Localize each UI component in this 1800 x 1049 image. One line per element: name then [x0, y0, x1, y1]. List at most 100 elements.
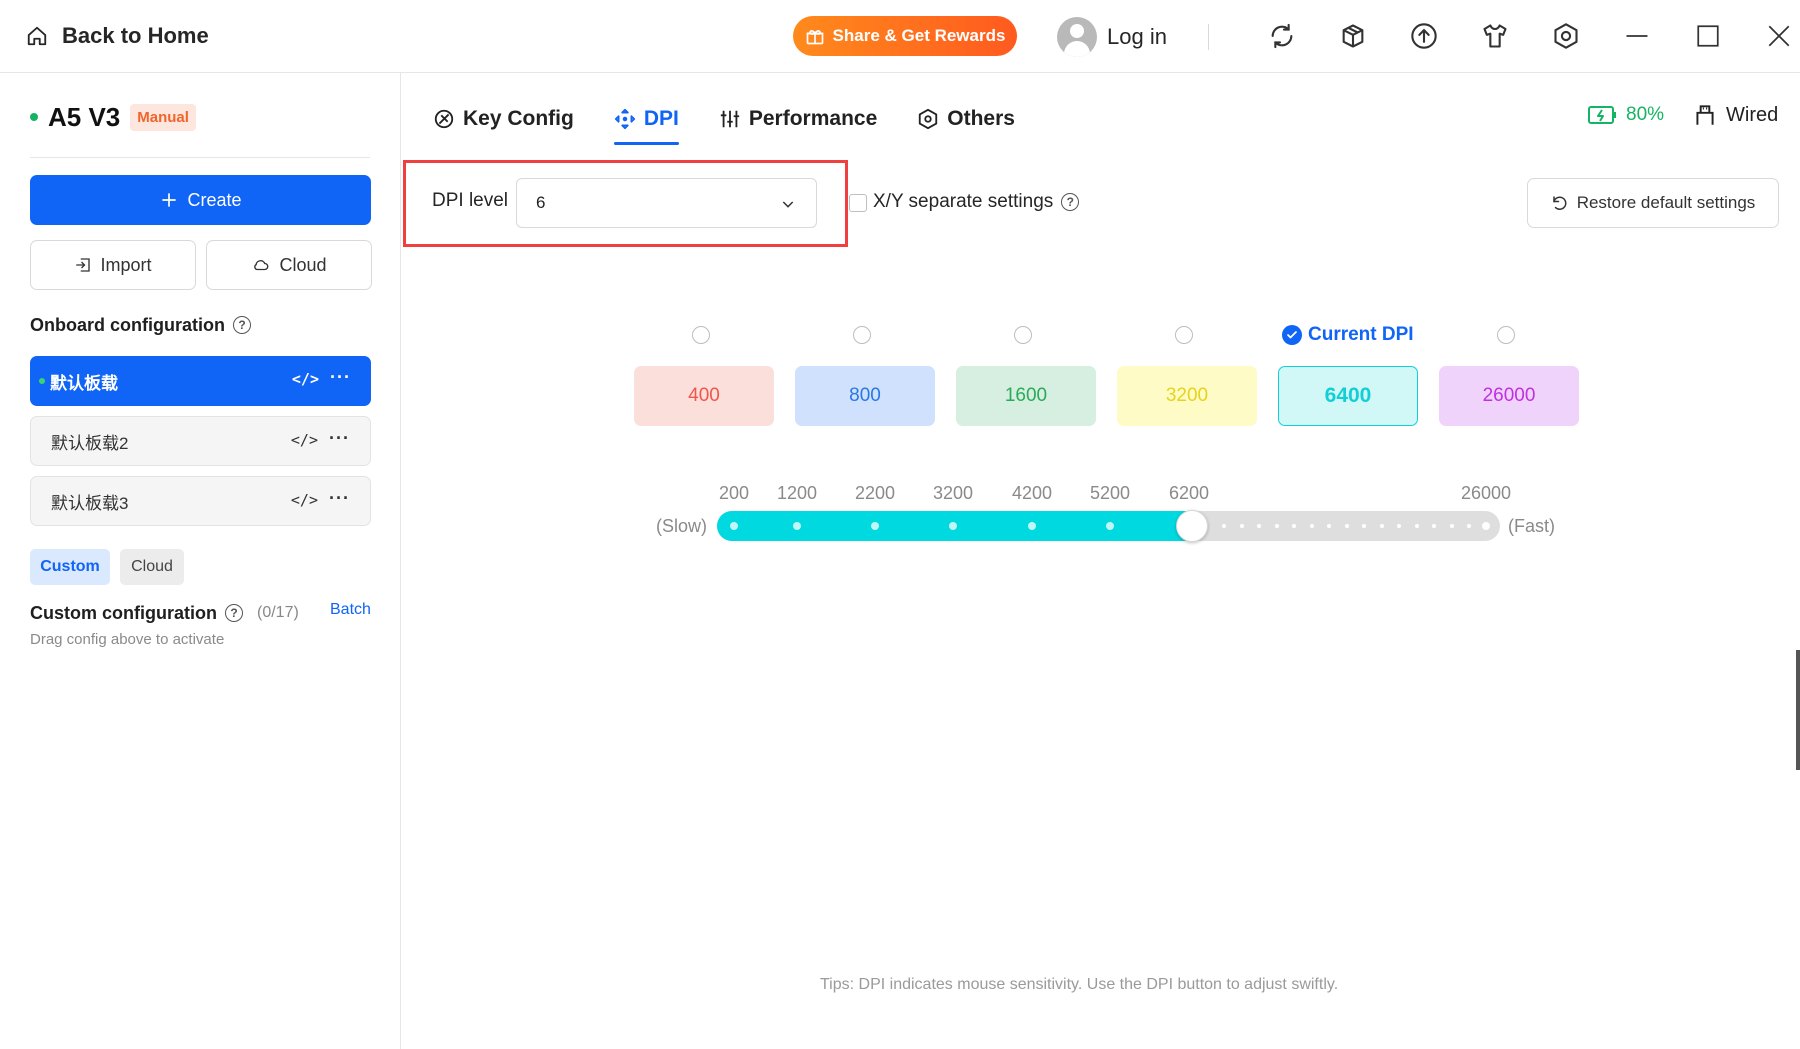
dpi-value-3[interactable]: 1600 [956, 366, 1096, 426]
slider-tick-dot [730, 522, 738, 530]
dpi-radio-6[interactable] [1497, 326, 1515, 344]
slider-step-dot [1397, 524, 1401, 528]
tab-performance[interactable]: Performance [719, 99, 877, 139]
connection-label: Wired [1726, 103, 1779, 126]
cloud-icon [254, 260, 269, 271]
filter-custom-tab[interactable]: Custom [30, 549, 110, 585]
create-label: Create [187, 189, 242, 210]
xy-separate-row: X/Y separate settings ? [873, 191, 1080, 213]
sync-icon[interactable] [1264, 18, 1300, 54]
dpi-value-2[interactable]: 800 [795, 366, 935, 426]
dpi-radio-3[interactable] [1014, 326, 1032, 344]
tab-others-label: Others [947, 107, 1015, 130]
help-icon[interactable]: ? [233, 316, 251, 334]
slider-tick-label: 2200 [854, 483, 896, 503]
drag-hint: Drag config above to activate [30, 631, 225, 648]
settings-hex-icon[interactable] [1548, 18, 1584, 54]
config-name: 默认板载3 [51, 493, 129, 513]
restore-defaults-button[interactable]: Restore default settings [1527, 178, 1779, 228]
slider-step-dot [1414, 524, 1419, 528]
slider-step-dot [1379, 524, 1384, 528]
fast-label: (Fast) [1508, 516, 1555, 536]
active-indicator [39, 378, 45, 384]
dpi-level-select[interactable]: 6 [516, 178, 817, 228]
config-item-2[interactable]: 默认板载2 </> ··· [30, 416, 371, 466]
login-button[interactable]: Log in [1057, 16, 1167, 58]
share-rewards-button[interactable]: Share & Get Rewards [793, 16, 1017, 56]
slider-tick-dot [1482, 522, 1490, 530]
tshirt-icon[interactable] [1477, 18, 1513, 54]
dpi-slider-track[interactable] [717, 510, 1500, 542]
connection-status: Wired [1692, 102, 1778, 128]
home-icon [27, 26, 47, 46]
xy-separate-checkbox[interactable] [849, 194, 867, 212]
code-icon[interactable]: </> [292, 370, 319, 388]
help-icon[interactable]: ? [1061, 193, 1080, 211]
code-icon[interactable]: </> [291, 431, 318, 449]
batch-link[interactable]: Batch [330, 601, 371, 619]
upload-icon[interactable] [1406, 18, 1442, 54]
more-icon[interactable]: ··· [329, 488, 350, 509]
slider-step-dot [1449, 524, 1454, 528]
sidebar-divider [30, 157, 370, 158]
title-bar: Back to Home Share & Get Rewards Log in [0, 0, 1800, 73]
titlebar-divider [1208, 24, 1209, 50]
login-label: Log in [1107, 24, 1167, 49]
help-icon[interactable]: ? [225, 604, 243, 622]
slider-tick-label: 5200 [1089, 483, 1131, 503]
dpi-radio-2[interactable] [853, 326, 871, 344]
import-label: Import [100, 254, 152, 275]
close-icon[interactable] [1761, 18, 1797, 54]
current-dpi-indicator[interactable]: Current DPI [1282, 324, 1414, 346]
dpi-radio-4[interactable] [1175, 326, 1193, 344]
slider-tick-dot [871, 522, 879, 530]
slider-tick-dot [1028, 522, 1036, 530]
more-icon[interactable]: ··· [330, 367, 351, 388]
dpi-level-label: DPI level [432, 190, 509, 211]
key-config-icon [434, 109, 454, 129]
config-name: 默认板载 [50, 373, 118, 393]
tab-others[interactable]: Others [917, 99, 1015, 139]
slider-step-dot [1432, 524, 1436, 528]
config-item-3[interactable]: 默认板载3 </> ··· [30, 476, 371, 526]
more-icon[interactable]: ··· [329, 428, 350, 449]
cloud-button[interactable]: Cloud [206, 240, 372, 290]
filter-cloud-tab[interactable]: Cloud [120, 549, 184, 585]
custom-config-label: Custom configuration [30, 602, 217, 623]
dpi-slider-thumb[interactable] [1176, 510, 1208, 542]
slider-step-dot [1239, 524, 1244, 528]
undo-icon [1552, 196, 1567, 210]
onboard-config-label: Onboard configuration [30, 314, 225, 335]
dpi-radio-1[interactable] [692, 326, 710, 344]
hex-settings-icon [919, 108, 938, 130]
config-item-1[interactable]: 默认板载 </> ··· [30, 356, 371, 406]
slider-tick-dot [1106, 522, 1114, 530]
tab-key-config[interactable]: Key Config [433, 99, 574, 139]
tab-dpi[interactable]: DPI [613, 99, 679, 145]
slider-step-dot [1467, 524, 1471, 528]
battery-status: 80% [1588, 104, 1664, 126]
mode-badge: Manual [130, 103, 196, 131]
code-icon[interactable]: </> [291, 491, 318, 509]
window-edge [1796, 650, 1800, 770]
maximize-icon[interactable] [1690, 18, 1726, 54]
battery-charging-icon [1588, 106, 1616, 124]
slider-tick-label: 1200 [776, 483, 818, 503]
dpi-value-1[interactable]: 400 [634, 366, 774, 426]
slider-tick-label: 200 [718, 483, 750, 503]
slider-step-dot [1344, 524, 1349, 528]
onboard-config-title: Onboard configuration ? [30, 313, 251, 337]
dpi-value-5[interactable]: 6400 [1278, 366, 1418, 426]
back-to-home-button[interactable]: Back to Home [26, 20, 209, 52]
package-icon[interactable] [1335, 18, 1371, 54]
slider-tick-label: 4200 [1011, 483, 1053, 503]
config-name: 默认板载2 [51, 433, 129, 453]
sidebar: A5 V3 Manual Create Import Cloud Onboard… [0, 73, 401, 1049]
chevron-down-icon [782, 201, 794, 208]
dpi-value-6[interactable]: 26000 [1439, 366, 1579, 426]
device-header: A5 V3 Manual [30, 99, 196, 135]
minimize-icon[interactable] [1619, 18, 1655, 54]
dpi-value-4[interactable]: 3200 [1117, 366, 1257, 426]
create-button[interactable]: Create [30, 175, 371, 225]
import-button[interactable]: Import [30, 240, 196, 290]
